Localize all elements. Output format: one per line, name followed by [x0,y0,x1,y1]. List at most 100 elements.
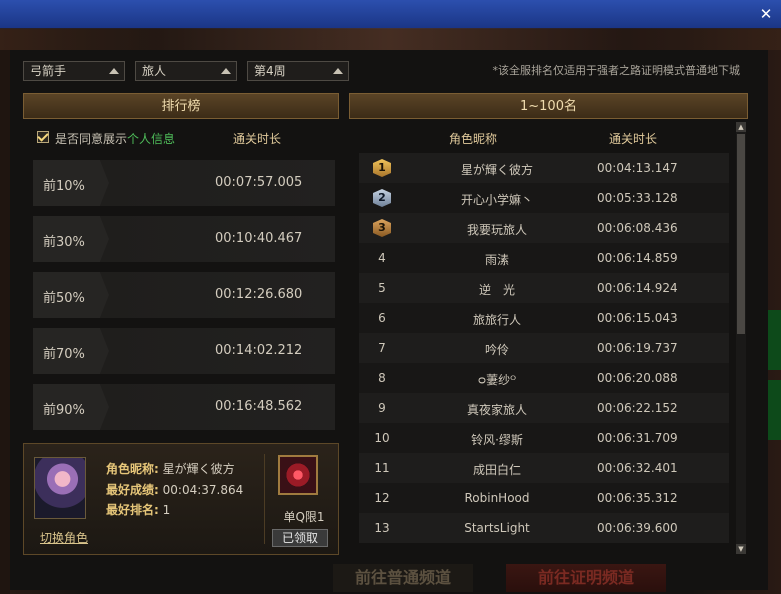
go-cert-channel-button[interactable]: 前往证明频道 [506,564,666,592]
list-item-time: 00:06:35.312 [597,491,678,505]
list-item-rank: 12 [374,491,390,505]
list-item-name: 成田白仁 [472,463,521,477]
list-item: 7 吟伶 00:06:19.737 [359,333,729,363]
tier-row: 前90% 00:16:48.562 [33,384,335,430]
top100-header: 1~100名 [349,93,748,119]
list-item-rank: 13 [374,521,390,535]
list-item: 10 铃风·缪斯 00:06:31.709 [359,423,729,453]
list-item-rank: 9 [378,401,386,415]
personal-info-link[interactable]: 个人信息 [127,132,175,146]
leaderboard-header: 排行榜 [23,93,339,119]
list-item-time: 00:06:14.924 [597,281,678,295]
list-item: 3 我要玩旅人 00:06:08.436 [359,213,729,243]
subclass-dropdown-value: 旅人 [142,64,167,78]
list-item-time: 00:06:31.709 [597,431,678,445]
class-dropdown-value: 弓箭手 [30,64,67,78]
close-icon[interactable]: ✕ [757,5,775,23]
consent-row: 是否同意展示个人信息 通关时长 [33,128,333,148]
subclass-dropdown[interactable]: 旅人 [135,61,237,81]
my-rank-value: 1 [162,503,171,517]
list-item-rank: 6 [378,311,386,325]
triangle-up-icon [333,68,343,74]
claimed-button[interactable]: 已领取 [272,529,328,547]
my-rank-row: 最好排名: 1 [106,501,170,518]
list-item-rank: 11 [374,461,390,475]
tier-row: 前10% 00:07:57.005 [33,160,335,206]
list-item-name: 开心小学嫲丶 [460,193,533,207]
scroll-down-icon[interactable]: ▼ [736,544,746,554]
go-normal-channel-button[interactable]: 前往普通频道 [333,564,473,592]
consent-checkbox[interactable] [37,131,49,143]
list-item: 8 ᴑ萋纱ᴼ 00:06:20.088 [359,363,729,393]
scene-banner [0,28,781,50]
triangle-up-icon [109,68,119,74]
tier-row: 前70% 00:14:02.212 [33,328,335,374]
class-dropdown[interactable]: 弓箭手 [23,61,125,81]
tier-time: 00:12:26.680 [215,287,303,302]
list-item-rank: 7 [378,341,386,355]
scroll-thumb[interactable] [737,134,745,334]
list-item-name: 我要玩旅人 [466,223,527,237]
triangle-up-icon [221,68,231,74]
ranking-notice: *该全服排名仅适用于强者之路证明模式普通地下城 [492,64,741,77]
tier-time-header: 通关时长 [233,132,282,146]
list-scrollbar[interactable]: ▲ ▼ [736,122,746,554]
tier-label: 前90% [43,403,85,418]
tier-label: 前70% [43,347,85,362]
scroll-up-icon[interactable]: ▲ [736,122,746,132]
tier-time: 00:10:40.467 [215,231,303,246]
silver-rank-badge-icon: 2 [373,189,391,207]
list-item: 5 逆 光 00:06:14.924 [359,273,729,303]
my-name-key: 角色昵称: [106,462,159,476]
list-item-time: 00:05:33.128 [597,191,678,205]
list-item-time: 00:06:22.152 [597,401,678,415]
list-item-name: RobinHood [464,491,530,505]
my-name-value: 星が輝く彼方 [162,462,235,476]
list-item: 12 RobinHood 00:06:35.312 [359,483,729,513]
my-rank-key: 最好排名: [106,503,159,517]
left-edge-art [0,50,10,594]
tier-time: 00:07:57.005 [215,175,303,190]
list-item: 13 StartsLight 00:06:39.600 [359,513,729,543]
list-item-name: 星が輝く彼方 [460,163,533,177]
tier-row: 前50% 00:12:26.680 [33,272,335,318]
list-item-time: 00:04:13.147 [597,161,678,175]
tier-label: 前50% [43,291,85,306]
list-time-header: 通关时长 [609,132,658,146]
list-item: 4 雨溸 00:06:14.859 [359,243,729,273]
list-item-name: ᴑ萋纱ᴼ [477,373,517,387]
my-name-row: 角色昵称: 星が輝く彼方 [106,460,235,477]
tier-time: 00:14:02.212 [215,343,303,358]
top100-list-panel: 角色昵称 通关时长 1 星が輝く彼方 00:04:13.147 2 开心小学嫲丶… [349,120,748,556]
list-item-name: 逆 光 [478,283,515,297]
gold-rank-badge-icon: 1 [373,159,391,177]
switch-character-link[interactable]: 切换角色 [40,529,88,546]
list-item-time: 00:06:39.600 [597,521,678,535]
list-item-name: 铃风·缪斯 [471,433,523,447]
my-best-key: 最好成绩: [106,483,159,497]
reward-icon[interactable] [278,455,318,495]
list-item: 9 真夜家旅人 00:06:22.152 [359,393,729,423]
list-item-name: StartsLight [464,521,530,535]
my-best-value: 00:04:37.864 [162,483,244,497]
list-name-header: 角色昵称 [449,132,498,146]
list-item-time: 00:06:14.859 [597,251,678,265]
list-item-rank: 4 [378,251,386,265]
leaderboard-tiers: 是否同意展示个人信息 通关时长 前10% 00:07:57.005 前30% 0… [23,120,339,438]
week-dropdown-value: 第4周 [254,64,286,78]
list-item-time: 00:06:32.401 [597,461,678,475]
divider [264,454,265,544]
tier-time: 00:16:48.562 [215,399,303,414]
list-item: 6 旅旅行人 00:06:15.043 [359,303,729,333]
list-item-rank: 10 [374,431,390,445]
list-item: 2 开心小学嫲丶 00:05:33.128 [359,183,729,213]
list-item-name: 雨溸 [484,253,509,267]
tier-label: 前30% [43,235,85,250]
consent-text: 是否同意展示 [55,132,128,146]
my-record-box: 切换角色 角色昵称: 星が輝く彼方 最好成绩: 00:04:37.864 最好排… [23,443,339,555]
reward-label: 单Q限1 [283,510,325,524]
week-dropdown[interactable]: 第4周 [247,61,349,81]
bronze-rank-badge-icon: 3 [373,219,391,237]
list-item-name: 真夜家旅人 [466,403,527,417]
consent-label: 是否同意展示个人信息 [55,130,175,147]
